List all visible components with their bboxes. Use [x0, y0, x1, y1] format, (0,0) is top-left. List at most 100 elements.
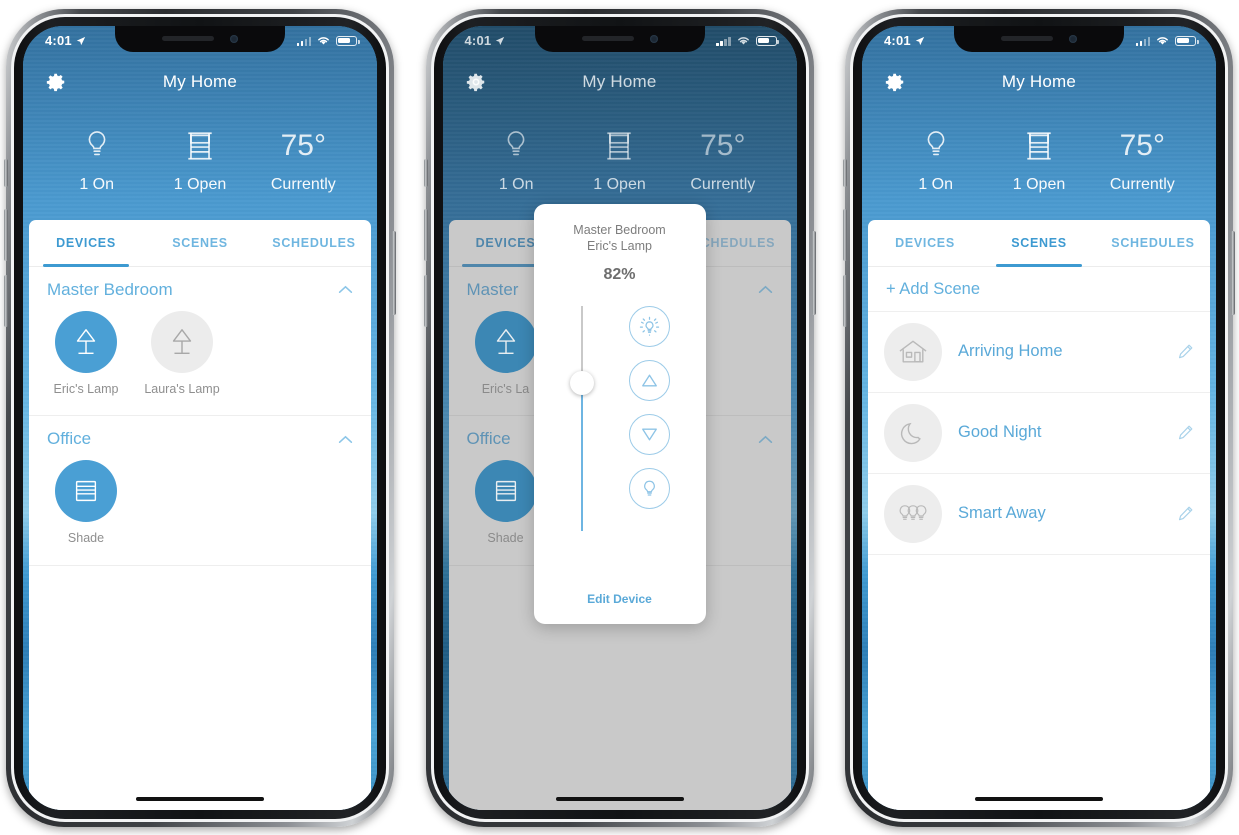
cellular-signal-icon [1135, 36, 1150, 46]
modal-room-name: Master Bedroom [573, 222, 666, 237]
slider-knob[interactable] [569, 370, 594, 395]
volume-up-button[interactable] [4, 208, 8, 261]
temperature-stat[interactable]: 75° Currently [252, 126, 354, 194]
chevron-up-icon[interactable] [338, 435, 353, 444]
volume-down-button[interactable] [843, 274, 847, 327]
shades-stat[interactable]: 1 Open [568, 126, 670, 194]
wifi-icon [736, 35, 751, 46]
device-tile[interactable]: Laura's Lamp [143, 310, 221, 398]
content-card: DEVICES SCENES SCHEDULES + Add Scene Arr… [868, 219, 1210, 810]
volume-up-button[interactable] [423, 208, 428, 261]
device-tile[interactable]: Eric's Lamp [47, 310, 125, 398]
house-icon [884, 322, 942, 381]
device-name: Shade [487, 531, 524, 546]
temperature-stat[interactable]: 75° Currently [1091, 126, 1193, 194]
notch [115, 25, 285, 52]
pencil-icon[interactable] [1177, 424, 1194, 441]
home-indicator[interactable] [868, 787, 1210, 810]
temperature-stat-label: Currently [270, 175, 336, 193]
pencil-icon[interactable] [1177, 343, 1194, 360]
earpiece-speaker [581, 36, 634, 41]
battery-icon [1175, 35, 1199, 46]
pencil-icon[interactable] [1177, 505, 1194, 522]
lights-stat-label: 1 On [79, 175, 114, 193]
volume-down-button[interactable] [4, 274, 8, 327]
power-button[interactable] [1231, 230, 1235, 315]
gear-icon[interactable] [45, 71, 67, 93]
shade-icon [474, 460, 537, 523]
device-section: Office Shade [29, 416, 371, 566]
shades-stat[interactable]: 1 Open [988, 126, 1090, 194]
chevron-up-icon[interactable] [338, 285, 353, 294]
moon-icon [884, 403, 942, 462]
power-button[interactable] [811, 230, 816, 315]
modal-device-name: Eric's Lamp [587, 239, 652, 254]
scene-row[interactable]: Arriving Home [868, 312, 1210, 393]
lights-stat[interactable]: 1 On [885, 126, 987, 194]
table-lamp-icon [55, 310, 117, 373]
scene-row[interactable]: Smart Away [868, 474, 1210, 555]
section-header[interactable]: Office [29, 416, 371, 458]
battery-icon [336, 35, 360, 46]
device-name: Shade [67, 531, 105, 546]
earpiece-speaker [162, 36, 214, 41]
chevron-up-icon[interactable] [758, 285, 773, 294]
bulb-off-button[interactable] [629, 468, 671, 510]
phone-3-screen: 4:01 My Home 1 On 1 Open 75° Currently D… [862, 25, 1216, 810]
location-arrow-icon [76, 36, 86, 46]
shades-stat[interactable]: 1 Open [149, 126, 251, 194]
brightness-slider[interactable] [569, 306, 595, 532]
tab-devices[interactable]: DEVICES [29, 220, 143, 267]
scene-name: Good Night [958, 423, 1042, 441]
tab-schedules[interactable]: SCHEDULES [1096, 220, 1210, 266]
scene-row[interactable]: Good Night [868, 393, 1210, 474]
earpiece-speaker [1001, 36, 1053, 41]
tab-bar: DEVICES SCENES SCHEDULES [868, 220, 1210, 267]
temperature-value: 75° [280, 128, 326, 162]
lights-stat[interactable]: 1 On [46, 126, 148, 194]
home-indicator[interactable] [448, 787, 791, 810]
notch [534, 25, 705, 52]
window-shade-icon [1022, 126, 1056, 166]
lights-stat[interactable]: 1 On [465, 126, 567, 194]
chevron-up-icon[interactable] [758, 435, 773, 444]
device-tile[interactable]: Shade [47, 460, 125, 547]
status-bar-time: 4:01 [45, 33, 72, 48]
tab-scenes[interactable]: SCENES [982, 220, 1096, 267]
three-phone-screenshot: 4:01 My Home 1 On 1 Open 75° Currently D… [0, 0, 1239, 835]
phone-2-dimmer-modal-screen: 4:01 My Home 1 On 1 Open 75° Currently D… [423, 8, 816, 827]
add-scene-button[interactable]: + Add Scene [868, 267, 1210, 312]
lights-stat-label: 1 On [498, 175, 534, 193]
mute-switch[interactable] [4, 158, 8, 187]
mute-switch[interactable] [423, 158, 428, 187]
volume-up-button[interactable] [843, 208, 847, 261]
full-brightness-button[interactable] [629, 306, 671, 348]
notch [954, 25, 1124, 52]
temperature-stat-label: Currently [1109, 175, 1175, 193]
mute-switch[interactable] [843, 158, 847, 187]
gear-icon[interactable] [465, 71, 487, 93]
edit-device-button[interactable]: Edit Device [546, 578, 694, 624]
section-title: Office [466, 429, 511, 449]
brightness-up-button[interactable] [629, 360, 671, 402]
section-title: Master [466, 279, 519, 299]
home-stats: 1 On 1 Open 75° Currently [23, 108, 377, 220]
device-name: Laura's Lamp [144, 381, 220, 396]
shades-stat-label: 1 Open [173, 175, 227, 193]
tab-devices[interactable]: DEVICES [868, 220, 982, 266]
home-indicator[interactable] [29, 787, 371, 810]
devices-list: Master Bedroom Eric's Lamp Laura's Lamp … [29, 267, 371, 788]
status-bar-time: 4:01 [884, 33, 911, 48]
wifi-icon [1155, 35, 1170, 46]
front-camera [649, 34, 658, 43]
gear-icon[interactable] [884, 71, 906, 93]
app-header: My Home 1 On 1 Open 75° Currently [23, 56, 377, 220]
power-button[interactable] [392, 230, 396, 315]
page-title: My Home [582, 71, 657, 91]
temperature-stat[interactable]: 75° Currently [672, 126, 774, 194]
tab-schedules[interactable]: SCHEDULES [257, 220, 371, 266]
volume-down-button[interactable] [423, 274, 428, 327]
section-header[interactable]: Master Bedroom [29, 267, 371, 309]
tab-scenes[interactable]: SCENES [143, 220, 257, 266]
brightness-down-button[interactable] [629, 414, 671, 456]
